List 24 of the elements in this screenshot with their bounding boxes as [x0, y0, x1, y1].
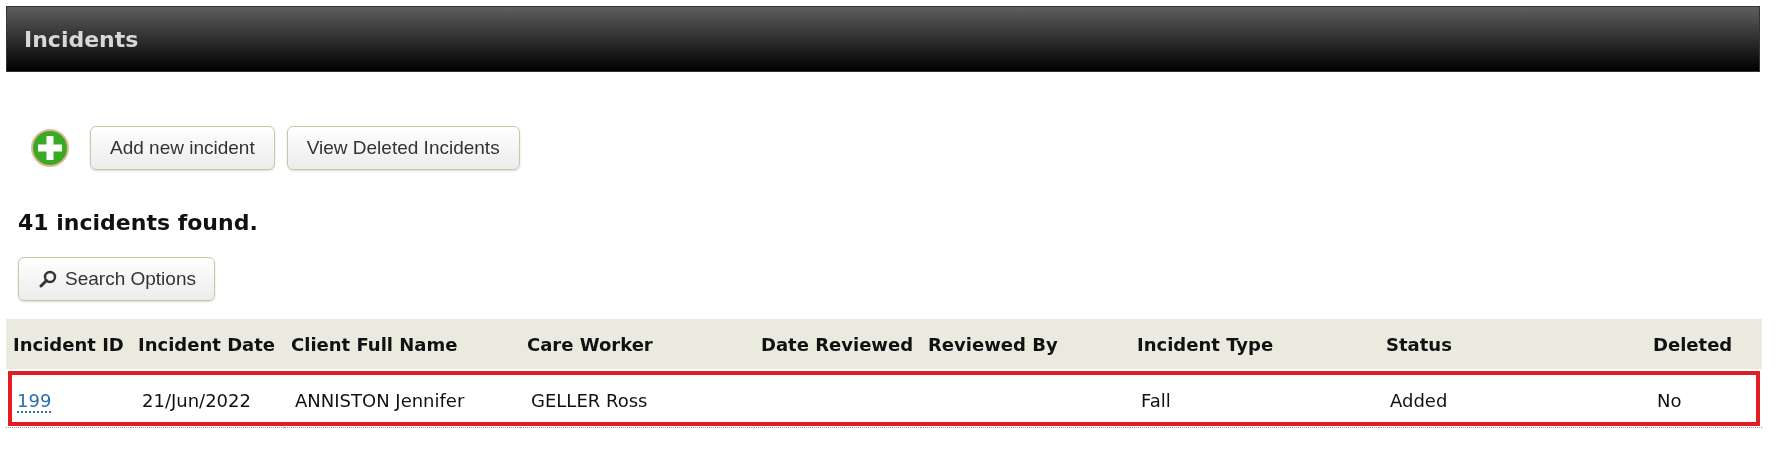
table-row[interactable]: 199 21/Jun/2022 ANNISTON Jennifer GELLER Ross Fall Added No [6, 369, 1762, 428]
action-button[interactable]: View Deleted Incidents [286, 126, 520, 170]
column-header[interactable]: Incident Type [1130, 319, 1379, 369]
action-button[interactable]: Add new incident [90, 126, 275, 170]
result-count: 41 incidents found. [17, 210, 259, 235]
column-header[interactable]: Deleted [1646, 319, 1762, 369]
column-header[interactable]: Incident ID [6, 319, 131, 369]
column-header[interactable]: Client Full Name [284, 319, 520, 369]
search-icon [39, 270, 57, 288]
column-header[interactable]: Date Reviewed [754, 319, 921, 369]
table-cell: No [1657, 389, 1682, 411]
plus-icon[interactable] [30, 128, 70, 168]
table-cell: Fall [1141, 389, 1171, 411]
table-cell: GELLER Ross [531, 389, 648, 411]
incident-link[interactable]: 199 [17, 389, 52, 413]
column-header[interactable]: Reviewed By [921, 319, 1130, 369]
page-title: Incidents [24, 26, 139, 52]
column-header[interactable]: Care Worker [520, 319, 754, 369]
table-cell: ANNISTON Jennifer [295, 389, 465, 411]
search-options-button[interactable]: Search Options [18, 257, 215, 301]
column-header[interactable]: Status [1379, 319, 1646, 369]
table-cell: 21/Jun/2022 [142, 389, 251, 411]
column-header[interactable]: Incident Date [131, 319, 284, 369]
table-cell: Added [1390, 389, 1448, 411]
